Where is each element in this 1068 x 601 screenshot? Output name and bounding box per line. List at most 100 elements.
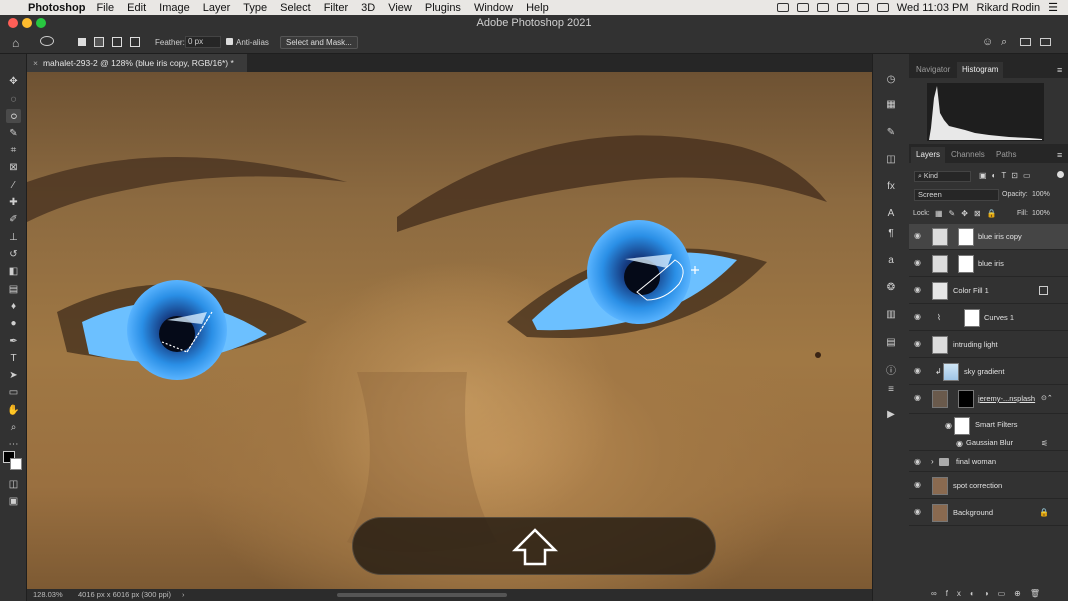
filter-type-icons[interactable]: ▣◐T⊡▭	[979, 171, 1036, 180]
blend-mode-select[interactable]: Screen	[914, 189, 999, 201]
brushes-panel-icon[interactable]: ✎	[884, 125, 898, 139]
layer-row[interactable]: ◉ blue iris	[909, 251, 1068, 277]
quick-select-tool-icon[interactable]: ✎	[6, 126, 21, 140]
visibility-eye-icon[interactable]: ◉	[914, 232, 924, 240]
menu-type[interactable]: Type	[243, 2, 267, 14]
layer-name[interactable]: Curves 1	[984, 305, 1014, 331]
menu-select[interactable]: Select	[280, 2, 311, 14]
screen-icon[interactable]	[776, 3, 789, 12]
layer-name[interactable]: intruding light	[953, 332, 998, 358]
layer-name[interactable]: Gaussian Blur	[966, 435, 1013, 451]
tab-layers[interactable]: Layers	[911, 147, 946, 163]
visibility-eye-icon[interactable]: ◉	[914, 286, 924, 294]
search-icon[interactable]: ⌕	[1001, 36, 1007, 49]
intersect-selection-icon[interactable]	[130, 37, 140, 47]
eyedropper-tool-icon[interactable]: ⁄	[6, 178, 21, 192]
layer-row[interactable]: ◉ spot correction	[909, 473, 1068, 499]
marquee-tool-icon[interactable]: ◌	[6, 92, 21, 106]
layers-menu-icon[interactable]: ≡	[1057, 150, 1062, 160]
status-menu-icon[interactable]: ›	[182, 589, 185, 601]
filter-settings-icon[interactable]: ⚟	[1041, 439, 1048, 448]
background-color-swatch[interactable]	[10, 458, 22, 470]
layer-row[interactable]: ◉ jeremy-...nsplash ⊙⌃	[909, 386, 1068, 414]
lasso-preset-icon[interactable]	[40, 36, 54, 46]
add-selection-icon[interactable]	[94, 37, 104, 47]
expand-arrow-icon[interactable]: ›	[931, 457, 934, 466]
visibility-eye-icon[interactable]: ◉	[914, 367, 924, 375]
layer-row[interactable]: ◉ ⌇ Curves 1	[909, 305, 1068, 331]
crop-tool-icon[interactable]: ⌗	[6, 143, 21, 157]
new-selection-icon[interactable]	[78, 38, 86, 46]
visibility-eye-icon[interactable]: ◉	[914, 313, 924, 321]
layer-name[interactable]: final woman	[956, 452, 996, 472]
dodge-tool-icon[interactable]: ●	[6, 316, 21, 330]
history-panel-icon[interactable]: ◷	[884, 72, 898, 86]
share-icon[interactable]	[1040, 38, 1051, 46]
type-tool-icon[interactable]: T	[6, 351, 21, 365]
tab-paths[interactable]: Paths	[991, 147, 1021, 163]
antialias-checkbox[interactable]	[226, 38, 233, 45]
visibility-eye-icon[interactable]: ◉	[914, 259, 924, 267]
visibility-eye-icon[interactable]: ◉	[914, 394, 924, 402]
layer-row[interactable]: ◉ Smart Filters	[909, 415, 1068, 435]
gradient-tool-icon[interactable]: ▤	[6, 282, 21, 296]
visibility-eye-icon[interactable]: ◉	[956, 439, 963, 448]
panel-menu-icon[interactable]: ≡	[1057, 65, 1062, 75]
layer-row[interactable]: ◉ › final woman	[909, 452, 1068, 472]
layer-row[interactable]: ◉ Gaussian Blur ⚟	[909, 435, 1068, 451]
zoom-level[interactable]: 128.03%	[33, 589, 63, 601]
visibility-eye-icon[interactable]: ◉	[914, 340, 924, 348]
menubar-clock[interactable]: Wed 11:03 PM	[897, 2, 969, 14]
layer-name[interactable]: blue iris	[978, 251, 1004, 277]
visibility-eye-icon[interactable]: ◉	[945, 421, 952, 430]
stamp-tool-icon[interactable]: ⊥	[6, 230, 21, 244]
opacity-input[interactable]: 100%	[1032, 191, 1050, 198]
properties-panel-icon[interactable]: ≡	[884, 382, 898, 396]
zoom-tool-icon[interactable]: ⌕	[6, 420, 21, 434]
document-canvas[interactable]	[27, 72, 872, 589]
layer-comps-panel-icon[interactable]: ▤	[884, 335, 898, 349]
menu-image[interactable]: Image	[159, 2, 190, 14]
screen-mode-icon[interactable]: ▣	[6, 494, 21, 508]
visibility-eye-icon[interactable]: ◉	[914, 458, 924, 466]
glyphs-panel-icon[interactable]: a	[884, 253, 898, 267]
filter-toggle-icon[interactable]	[1057, 171, 1064, 178]
character-panel-icon[interactable]: A	[884, 206, 898, 220]
feather-input[interactable]: 0 px	[185, 36, 221, 48]
control-center-icon[interactable]: ☰	[1048, 1, 1058, 14]
user-account-icon[interactable]: ☺	[982, 36, 993, 48]
menu-file[interactable]: File	[96, 2, 114, 14]
layer-name[interactable]: sky gradient	[964, 359, 1004, 385]
close-window-button[interactable]	[8, 18, 18, 28]
bluetooth-icon[interactable]	[836, 3, 849, 12]
swatches-panel-icon[interactable]: ▦	[884, 97, 898, 111]
home-icon[interactable]: ⌂	[12, 36, 19, 50]
frame-tool-icon[interactable]: ⊠	[6, 160, 21, 174]
menu-edit[interactable]: Edit	[127, 2, 146, 14]
hand-tool-icon[interactable]: ✋	[6, 403, 21, 417]
layer-name[interactable]: spot correction	[953, 473, 1002, 499]
rectangle-tool-icon[interactable]: ▭	[6, 385, 21, 399]
workspace-icon[interactable]	[1020, 38, 1031, 46]
menu-filter[interactable]: Filter	[324, 2, 348, 14]
layer-row[interactable]: ◉ Color Fill 1	[909, 278, 1068, 304]
battery-icon[interactable]	[856, 3, 869, 12]
move-tool-icon[interactable]: ✥	[6, 74, 21, 88]
subtract-selection-icon[interactable]	[112, 37, 122, 47]
layer-filter-select[interactable]: ⌕ Kind	[914, 171, 971, 182]
menu-help[interactable]: Help	[526, 2, 549, 14]
document-tab[interactable]: × mahalet-293-2 @ 128% (blue iris copy, R…	[27, 54, 247, 72]
healing-brush-tool-icon[interactable]: ✚	[6, 195, 21, 209]
materials-panel-icon[interactable]: ▥	[884, 307, 898, 321]
visibility-eye-icon[interactable]: ◉	[914, 481, 924, 489]
horizontal-scrollbar[interactable]	[337, 593, 507, 597]
dropbox-icon[interactable]	[796, 3, 809, 12]
layer-row[interactable]: ◉ ↲ sky gradient	[909, 359, 1068, 385]
layer-name[interactable]: Color Fill 1	[953, 278, 989, 304]
path-select-tool-icon[interactable]: ➤	[6, 368, 21, 382]
zoom-window-button[interactable]	[36, 18, 46, 28]
eraser-tool-icon[interactable]: ◧	[6, 264, 21, 278]
layer-row[interactable]: ◉ intruding light	[909, 332, 1068, 358]
quick-mask-icon[interactable]: ◫	[6, 477, 21, 491]
tab-histogram[interactable]: Histogram	[957, 62, 1004, 78]
